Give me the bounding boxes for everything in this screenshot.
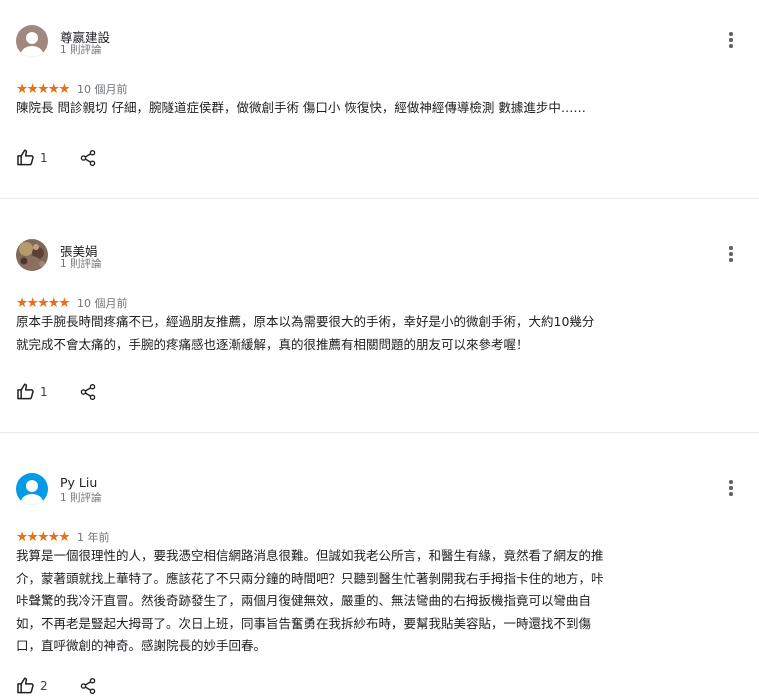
like-count: 1 — [40, 384, 48, 399]
rating-row: ★★★★★ 1 年前 — [16, 529, 110, 545]
more-vert-icon[interactable] — [722, 478, 740, 498]
avatar[interactable] — [16, 25, 48, 57]
profile-photo-icon — [16, 239, 48, 271]
more-vert-icon[interactable] — [722, 30, 740, 50]
star-icon: ★★★★★ — [16, 81, 71, 97]
more-vert-icon[interactable] — [722, 244, 740, 264]
share-icon — [80, 149, 95, 166]
rating-row: ★★★★★ 10 個月前 — [16, 81, 128, 97]
review-card: 尊嬴建設 1 則評論 ★★★★★ 10 個月前 陳院長 問診親切 仔細，腕隧道症… — [0, 0, 759, 198]
reviewer-review-count: 1 則評論 — [60, 44, 102, 56]
avatar[interactable] — [16, 473, 48, 505]
review-time: 1 年前 — [77, 531, 110, 544]
star-icon: ★★★★★ — [16, 295, 71, 311]
share-icon — [80, 383, 95, 400]
star-icon: ★★★★★ — [16, 529, 71, 545]
share-button[interactable] — [79, 677, 97, 695]
review-card: 張美娟 1 則評論 ★★★★★ 10 個月前 原本手腕長時間疼痛不已，經過朋友推… — [0, 199, 759, 432]
share-button[interactable] — [79, 149, 97, 167]
reviewer-review-count: 1 則評論 — [60, 492, 102, 504]
reviewer-name[interactable]: Py Liu — [60, 475, 97, 490]
person-icon — [16, 473, 48, 505]
share-button[interactable] — [79, 383, 97, 401]
person-icon — [16, 25, 48, 57]
review-text: 我算是一個很理性的人，要我憑空相信網路消息很難。但誠如我老公所言，和醫生有緣，竟… — [16, 548, 604, 653]
reviewer-review-count: 1 則評論 — [60, 258, 102, 270]
review-time: 10 個月前 — [77, 297, 128, 310]
review-text: 原本手腕長時間疼痛不已，經過朋友推薦，原本以為需要很大的手術，幸好是小的微創手術… — [16, 314, 595, 352]
review-actions: 1 — [16, 148, 97, 167]
thumb-up-icon — [17, 383, 34, 400]
thumb-up-icon — [17, 149, 34, 166]
like-button[interactable]: 1 — [16, 148, 48, 167]
like-count: 1 — [40, 150, 48, 165]
thumb-up-icon — [17, 677, 34, 694]
rating-row: ★★★★★ 10 個月前 — [16, 295, 128, 311]
avatar[interactable] — [16, 239, 48, 271]
like-count: 2 — [40, 678, 48, 693]
review-actions: 2 — [16, 676, 97, 695]
like-button[interactable]: 2 — [16, 676, 48, 695]
share-icon — [80, 677, 95, 694]
review-card: Py Liu 1 則評論 ★★★★★ 1 年前 我算是一個很理性的人，要我憑空相… — [0, 433, 759, 698]
review-actions: 1 — [16, 382, 97, 401]
like-button[interactable]: 1 — [16, 382, 48, 401]
review-text: 陳院長 問診親切 仔細，腕隧道症侯群，做微創手術 傷口小 恢復快，經做神經傳導檢… — [16, 100, 586, 115]
review-time: 10 個月前 — [77, 83, 128, 96]
